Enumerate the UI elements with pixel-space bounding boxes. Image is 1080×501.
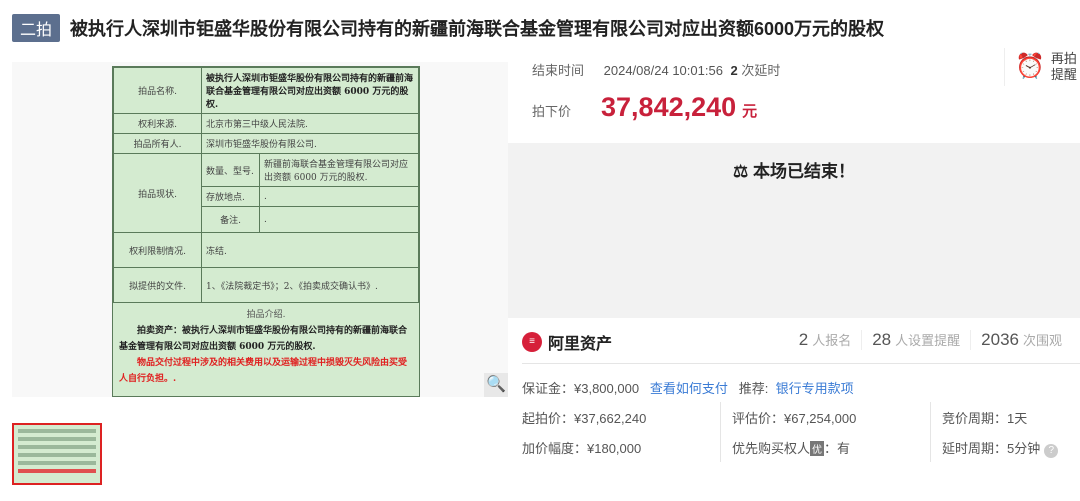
intro-text: 拍卖资产：被执行人深圳市钜盛华股份有限公司持有的新疆前海联合基金管理有限公司对应… [119, 326, 408, 352]
document-image: 拍品名称. 被执行人深圳市钜盛华股份有限公司持有的新疆前海联合基金管理有限公司对应… [112, 66, 420, 397]
how-to-pay-link[interactable]: 查看如何支付 [650, 381, 728, 396]
delay-label: 次延时 [741, 63, 781, 78]
ali-assets-logo-icon: ≡ [522, 332, 542, 352]
doc-label: 权利限制情况. [113, 232, 202, 268]
reminder-count: 28 [872, 330, 892, 349]
help-icon[interactable]: ? [1044, 444, 1059, 458]
delay-row: 延时周期：5分钟? [942, 438, 1059, 458]
signup-label: 人报名 [812, 333, 852, 348]
auction-ended-panel: ⚖ 本场已结束！ [508, 143, 1080, 318]
doc-label: 权利来源. [113, 113, 202, 134]
view-count: 2036 [981, 330, 1019, 349]
main-image-viewer[interactable]: 拍品名称. 被执行人深圳市钜盛华股份有限公司持有的新疆前海联合基金管理有限公司对应… [12, 62, 508, 397]
magnifier-icon[interactable]: 🔍 [484, 373, 508, 397]
doc-label: 备注. [201, 206, 260, 233]
round-badge: 二拍 [12, 14, 61, 42]
end-time-value: 2024/08/24 10:01:56 [603, 63, 723, 78]
price-unit: 元 [742, 103, 758, 120]
gavel-icon: ⚖ [733, 162, 749, 181]
deposit: 保证金：¥3,800,000 [522, 381, 640, 396]
remind-label: 提醒 [1050, 67, 1077, 82]
end-time-row: 结束时间 2024/08/24 10:01:56 2 次延时 [532, 60, 780, 79]
view-label: 次围观 [1022, 333, 1062, 348]
doc-label: 数量、型号. [201, 153, 260, 187]
doc-value: 被执行人深圳市钜盛华股份有限公司持有的新疆前海联合基金管理有限公司对应出资额 6… [201, 67, 419, 114]
doc-value: 冻结. [201, 232, 419, 268]
priority-label: 优先购买权人 [732, 441, 811, 456]
brand: ≡ 阿里资产 [522, 330, 612, 354]
doc-label: 拍品所有人. [113, 133, 202, 154]
price-label: 拍下价 [532, 104, 572, 119]
page-header: 二拍 被执行人深圳市钜盛华股份有限公司持有的新疆前海联合基金管理有限公司对应出资… [12, 14, 884, 42]
doc-label: 存放地点. [201, 186, 260, 207]
divider [720, 402, 721, 462]
doc-value: . [259, 206, 419, 233]
final-price-row: 拍下价 37,842,240 元 [532, 92, 757, 123]
ended-message: 本场已结束！ [752, 162, 855, 181]
recommend-label: 推荐: [738, 381, 769, 396]
start-price: 起拍价：¥37,662,240 [522, 411, 647, 426]
increment: 加价幅度：¥180,000 [522, 441, 642, 456]
doc-label: 拍品名称. [113, 67, 202, 114]
divider [930, 402, 931, 462]
delay-count: 2 [730, 63, 738, 78]
remind-label: 再拍 [1050, 51, 1077, 66]
page-title: 被执行人深圳市钜盛华股份有限公司持有的新疆前海联合基金管理有限公司对应出资额60… [70, 19, 885, 39]
bidding-period: 竞价周期：1天 [942, 411, 1028, 426]
evaluation-price: 评估价：¥67,254,000 [732, 411, 857, 426]
doc-value: 1、《法院裁定书》；2、《拍卖成交确认书》. [201, 267, 419, 303]
end-time-label: 结束时间 [532, 63, 585, 78]
divider [522, 363, 1080, 364]
reminder-label: 人设置提醒 [895, 333, 961, 348]
doc-value: 深圳市钜盛华股份有限公司. [201, 133, 419, 154]
doc-value: 北京市第三中级人民法院. [201, 113, 419, 134]
alarm-clock-icon: ⏰ [1015, 53, 1045, 80]
doc-label: 拟提供的文件. [113, 267, 202, 303]
brand-name: 阿里资产 [548, 336, 613, 353]
intro-title: 拍品介绍. [246, 310, 286, 320]
signup-count: 2 [798, 330, 809, 349]
priority-row: 优先购买权人优：有 [732, 438, 850, 457]
stats: 2 人报名 28 人设置提醒 2036 次围观 [789, 330, 1072, 350]
doc-label: 拍品现状. [113, 153, 202, 233]
doc-value: . [259, 186, 419, 207]
delay-period: 延时周期：5分钟 [942, 441, 1041, 456]
remind-button[interactable]: ⏰ 再拍 提醒 [1004, 48, 1077, 86]
warning-text: 物品交付过程中涉及的相关费用以及运输过程中损毁灭失风险由买受人自行负担。. [119, 358, 408, 384]
deposit-row: 保证金：¥3,800,000 查看如何支付 推荐: 银行专用款项 [522, 378, 854, 397]
doc-value: 新疆前海联合基金管理有限公司对应出资额 6000 万元的股权. [259, 153, 419, 187]
priority-value: ：有 [824, 441, 851, 456]
bank-link[interactable]: 银行专用款项 [776, 381, 854, 396]
final-price: 37,842,240 [601, 92, 737, 122]
priority-badge: 优 [810, 441, 825, 456]
thumbnail-selected[interactable] [12, 423, 102, 485]
